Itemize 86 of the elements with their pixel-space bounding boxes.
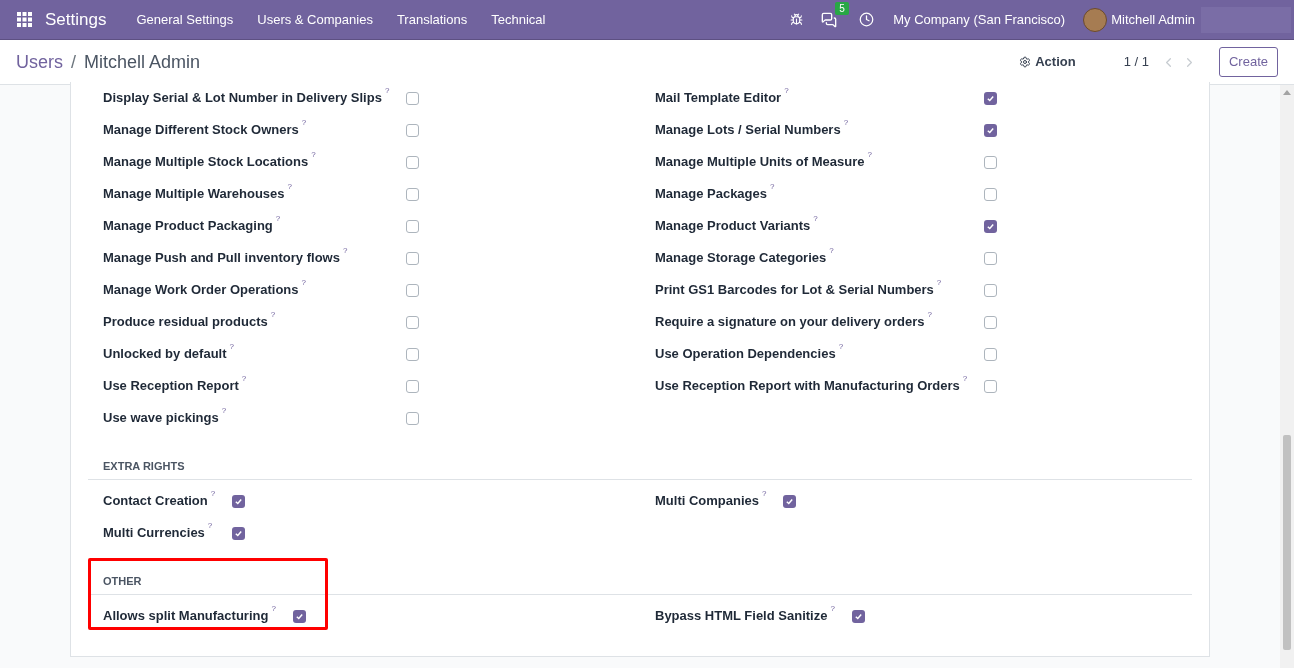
scrollbar[interactable] [1280, 85, 1294, 668]
field-label: Bypass HTML Field Sanitize [655, 607, 828, 626]
field-label: Manage Packages [655, 185, 767, 204]
breadcrumb-link[interactable]: Users [16, 48, 63, 76]
checkbox[interactable] [232, 494, 246, 508]
field-label: Require a signature on your delivery orders [655, 313, 925, 332]
checkbox[interactable] [406, 219, 420, 233]
checkbox[interactable] [851, 609, 865, 623]
field-label: Manage Product Packaging [103, 217, 273, 236]
field-label: Multi Companies [655, 492, 759, 511]
gear-icon [1019, 56, 1032, 68]
checkbox[interactable] [406, 347, 420, 361]
checkbox[interactable] [984, 123, 998, 137]
checkbox[interactable] [984, 315, 998, 329]
nav-menu-item[interactable]: Users & Companies [245, 9, 385, 30]
company-switcher[interactable]: My Company (San Francisco) [893, 9, 1066, 30]
checkbox[interactable] [406, 91, 420, 105]
bug-icon[interactable] [790, 13, 804, 26]
checkbox[interactable] [984, 91, 998, 105]
field-label: Manage Multiple Warehouses [103, 185, 285, 204]
checkbox[interactable] [232, 526, 246, 540]
checkbox[interactable] [984, 283, 998, 297]
checkbox[interactable] [984, 347, 998, 361]
field-label: Manage Push and Pull inventory flows [103, 249, 340, 268]
checkbox[interactable] [406, 187, 420, 201]
checkbox[interactable] [984, 219, 998, 233]
checkbox[interactable] [984, 155, 998, 169]
checkbox[interactable] [406, 411, 420, 425]
form-sheet: Display Serial & Lot Number in Delivery Slips $^{?}$ Manage Different Stock Owners $^{?}$ Manage Multiple Stock Locations $^{?}$ Manage Multiple Warehouses $^{?}$ Manage Product Packaging $^{?}$ Manage Push and Pull inventory flows $^{?}$ Manage Work Order Operations $^{?}$ Produce residual products $^{?}$ Unlocked by default $^{?}$ Use Reception Report $^{?}$ Use wave pickings $^{?}$ Mail Template Editor $^{?}$ Manage Lots / Serial Numbers $^{?}$ Manage Multiple Units of Measure $^{?}$ Manage Packages $^{?}$ Manage Product Variants $^{?}$ Manage Storage Categories $^{?}$ Print GS1 Barcodes for Lot & Serial Numbers $^{?}$ Require a signature on your delivery orders $^{?}$ Use Operation Dependencies $^{?}$ Use Reception Report with Manufacturing Orders $^{?}$ EXTRA RIGHTS Contact Creation $^{?}$ Multi Currencies $^{?}$ Multi Companies $^{?}$ OTHER Allows split Manufacturing $^{?}$ Bypass HTML Field Sanitize $^{?}$ [70, 82, 1210, 657]
check-icon [986, 221, 996, 231]
field-label: Allows split Manufacturing [103, 607, 269, 626]
checkbox[interactable] [406, 251, 420, 265]
field-label: Manage Work Order Operations [103, 281, 299, 300]
field-label: Use Reception Report with Manufacturing Orders [655, 377, 960, 396]
field-label: Multi Currencies [103, 524, 205, 543]
field-label: Manage Different Stock Owners [103, 121, 299, 140]
field-label: Contact Creation [103, 492, 208, 511]
field-label: Manage Multiple Stock Locations [103, 153, 309, 172]
field-label: Display Serial & Lot Number in Delivery Slips [103, 89, 382, 108]
check-icon [785, 496, 795, 506]
scroll-up-icon[interactable] [1283, 89, 1291, 95]
field-label: Manage Storage Categories [655, 249, 827, 268]
field-label: Print GS1 Barcodes for Lot & Serial Numbers [655, 281, 934, 300]
check-icon [853, 611, 863, 621]
app-title: Settings [45, 8, 107, 31]
nav-menu-item[interactable]: Translations [384, 9, 480, 30]
nav-menu-item[interactable]: Technical [479, 9, 558, 30]
pager-value: 1 / 1 [1123, 53, 1149, 72]
checkbox[interactable] [292, 609, 306, 623]
action-button[interactable]: Action [1019, 52, 1076, 72]
user-avatar[interactable] [1083, 7, 1108, 32]
check-icon [234, 528, 244, 538]
field-label: Manage Product Variants [655, 217, 811, 236]
section-title: OTHER [103, 575, 142, 587]
section-title: EXTRA RIGHTS [103, 460, 185, 472]
message-count-badge: 5 [835, 1, 849, 15]
create-button[interactable]: Create [1218, 47, 1278, 77]
field-label: Unlocked by default [103, 345, 227, 364]
chat-icon[interactable] [821, 11, 838, 28]
apps-menu-icon[interactable] [17, 12, 32, 27]
checkbox[interactable] [984, 379, 998, 393]
breadcrumb-current: Mitchell Admin [84, 50, 201, 74]
field-label: Mail Template Editor [655, 89, 782, 108]
checkbox[interactable] [406, 155, 420, 169]
field-label: Produce residual products [103, 313, 268, 332]
clock-icon[interactable] [859, 12, 875, 27]
field-label: Use wave pickings [103, 409, 219, 428]
field-label: Use Operation Dependencies [655, 345, 836, 364]
check-icon [234, 496, 244, 506]
user-menu[interactable]: Mitchell Admin [1111, 9, 1195, 30]
field-label: Manage Multiple Units of Measure [655, 153, 865, 172]
check-icon [294, 611, 304, 621]
checkbox[interactable] [406, 379, 420, 393]
nav-menu-item[interactable]: General Settings [124, 9, 246, 30]
checkbox[interactable] [984, 187, 998, 201]
check-icon [986, 93, 996, 103]
field-label: Manage Lots / Serial Numbers [655, 121, 841, 140]
checkbox[interactable] [984, 251, 998, 265]
checkbox[interactable] [406, 123, 420, 137]
breadcrumb-separator: / [71, 50, 77, 74]
check-icon [986, 125, 996, 135]
checkbox[interactable] [783, 494, 797, 508]
scrollbar-thumb[interactable] [1283, 435, 1291, 650]
field-label: Use Reception Report [103, 377, 239, 396]
checkbox[interactable] [406, 283, 420, 297]
checkbox[interactable] [406, 315, 420, 329]
